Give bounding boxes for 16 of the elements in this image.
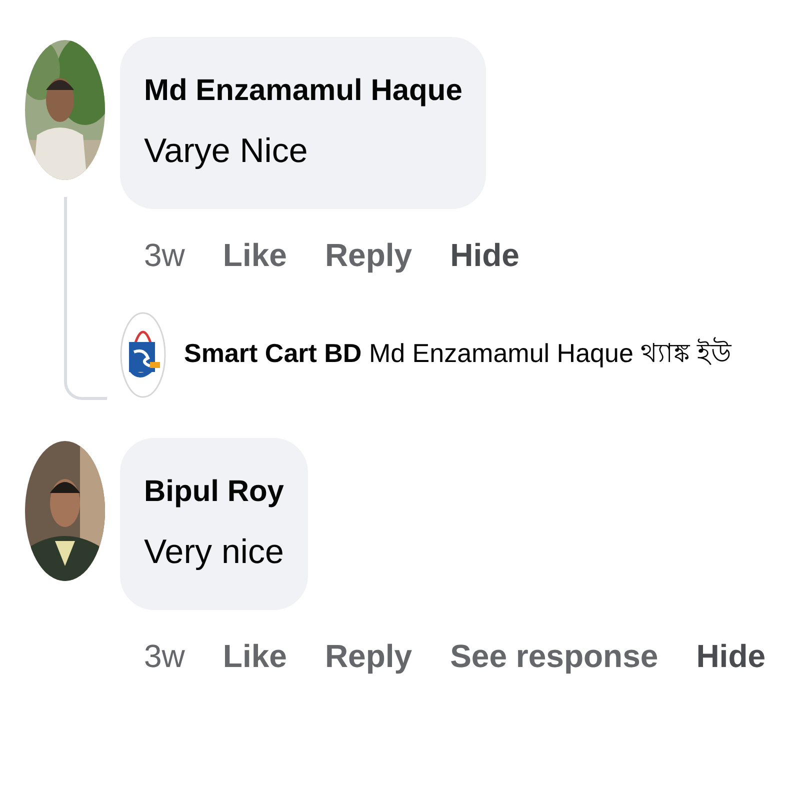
author-name[interactable]: Md Enzamamul Haque (144, 63, 462, 119)
action-link[interactable]: Hide (696, 638, 766, 675)
shopping-bag-icon (120, 312, 166, 398)
action-link[interactable]: Like (222, 237, 287, 274)
action-link[interactable]: Reply (324, 237, 412, 274)
timestamp: 3w (144, 237, 185, 274)
reply-text: Md Enzamamul Haque থ্যাঙ্ক ইউ (368, 338, 731, 368)
author-name[interactable]: Bipul Roy (144, 464, 284, 520)
timestamp: 3w (144, 638, 185, 675)
action-link[interactable]: Like (222, 638, 287, 675)
comment-text: Very nice (144, 532, 284, 573)
action-link[interactable]: Reply (324, 638, 412, 675)
action-link[interactable]: Hide (450, 237, 520, 274)
action-link[interactable]: See response (450, 638, 658, 675)
comment-text: Varye Nice (144, 131, 309, 172)
author-name[interactable]: Smart Cart BD (184, 338, 362, 368)
